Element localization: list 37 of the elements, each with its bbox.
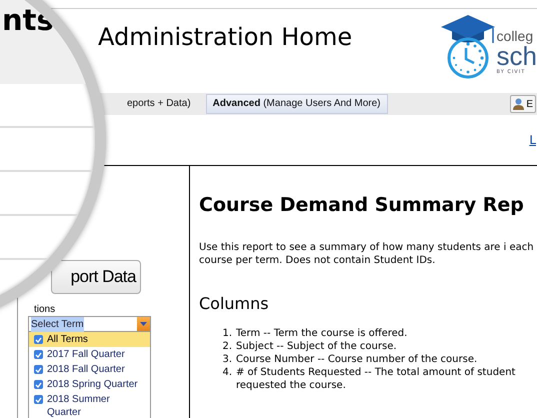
section-heading: Columns <box>199 294 270 313</box>
term-label: 2018 Fall Quarter <box>47 363 125 376</box>
checkbox[interactable] <box>34 365 43 374</box>
user-button[interactable]: E <box>510 95 536 113</box>
term-label: All Terms <box>47 333 88 346</box>
column-description: Course Number -- Course number of the course. <box>236 352 478 366</box>
column-description: Term -- Term the course is offered. <box>236 326 408 340</box>
nav-tab[interactable]: Advanced (Manage Users And More) <box>206 94 388 114</box>
term-label: 2018 Spring Quarter <box>47 378 138 391</box>
list-number: 3. <box>221 352 232 366</box>
options-label: tions <box>34 304 56 316</box>
list-number: 1. <box>221 326 232 340</box>
logo-text: colleg <box>496 29 534 43</box>
user-icon <box>513 98 524 110</box>
checkbox[interactable] <box>34 380 43 389</box>
list-number: 4. <box>221 366 232 380</box>
link[interactable]: L <box>529 131 536 149</box>
checkbox[interactable] <box>34 350 43 359</box>
column-description: # of Students Requested -- The total amount of student requested the course. <box>236 366 516 392</box>
page-title: Administration Home <box>98 23 352 52</box>
term-option[interactable]: 2018 Fall Quarter <box>29 362 150 377</box>
list-number: 2. <box>221 340 232 353</box>
term-label: 2017 Fall Quarter <box>47 348 125 361</box>
column-description: Subject -- Subject of the course. <box>236 340 398 353</box>
term-label: 2018 Summer Quarter <box>47 393 111 418</box>
report-title: Course Demand Summary Rep <box>199 194 525 217</box>
graduation-clock-icon <box>438 13 497 79</box>
report-description: Use this report to see a summary of how many students are i each course per term. Does not contain Student IDs. <box>199 240 535 268</box>
checkbox[interactable] <box>34 395 43 404</box>
term-option[interactable]: 2017 Fall Quarter <box>29 347 150 362</box>
term-option[interactable]: 2018 Summer Quarter <box>29 392 150 418</box>
checkbox[interactable] <box>34 335 43 344</box>
logo-text: sch <box>496 43 537 69</box>
report-data-button[interactable]: port Data <box>51 260 141 294</box>
term-option[interactable]: 2018 Spring Quarter <box>29 377 150 392</box>
nav-tab[interactable]: eports + Data) <box>120 94 198 114</box>
term-option[interactable]: All Terms <box>29 332 150 347</box>
